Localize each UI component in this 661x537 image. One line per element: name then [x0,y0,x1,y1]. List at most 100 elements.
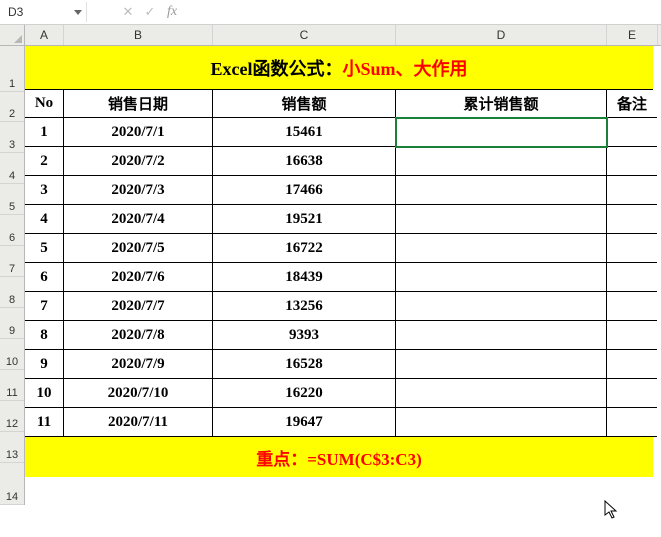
title-cell[interactable]: Excel函数公式：小Sum、大作用 [25,46,653,90]
cell-no[interactable]: 6 [25,263,64,292]
select-all-corner[interactable] [0,25,25,45]
name-box[interactable]: D3 [0,2,87,22]
cell-note[interactable] [607,205,657,234]
row-header-4[interactable]: 4 [0,153,24,184]
cell-date[interactable]: 2020/7/9 [64,350,213,379]
cell-date[interactable]: 2020/7/4 [64,205,213,234]
col-header-A[interactable]: A [25,25,64,45]
cell-amount[interactable]: 19521 [213,205,396,234]
cell-cum[interactable] [396,350,607,379]
cell-date[interactable]: 2020/7/10 [64,379,213,408]
cell-cum[interactable] [396,118,607,147]
header-date[interactable]: 销售日期 [64,90,213,118]
cell-note[interactable] [607,350,657,379]
table-row: 12020/7/115461 [25,118,661,147]
cell-date[interactable]: 2020/7/2 [64,147,213,176]
cell-amount[interactable]: 13256 [213,292,396,321]
row-headers: 1234567891011121314 [0,46,25,505]
fx-icon[interactable]: fx [161,2,183,22]
cell-no[interactable]: 3 [25,176,64,205]
row-header-8[interactable]: 8 [0,277,24,308]
cell-note[interactable] [607,234,657,263]
cell-cum[interactable] [396,205,607,234]
cell-cum[interactable] [396,292,607,321]
header-note[interactable]: 备注 [607,90,657,118]
cell-amount[interactable]: 17466 [213,176,396,205]
cell-no[interactable]: 7 [25,292,64,321]
cell-amount[interactable]: 16638 [213,147,396,176]
cell-note[interactable] [607,321,657,350]
table-row: 22020/7/216638 [25,147,661,176]
cell-cum[interactable] [396,234,607,263]
row-header-14[interactable]: 14 [0,463,24,505]
cell-date[interactable]: 2020/7/3 [64,176,213,205]
cell-no[interactable]: 11 [25,408,64,437]
cell-amount[interactable]: 15461 [213,118,396,147]
footer-text: 重点：=SUM(C$3:C3) [256,445,422,470]
cancel-icon: ✕ [117,2,139,22]
row-header-5[interactable]: 5 [0,184,24,215]
table-row: 72020/7/713256 [25,292,661,321]
cell-amount[interactable]: 9393 [213,321,396,350]
cell-no[interactable]: 9 [25,350,64,379]
cell-cum[interactable] [396,263,607,292]
cell-no[interactable]: 5 [25,234,64,263]
cell-note[interactable] [607,147,657,176]
cell-amount[interactable]: 18439 [213,263,396,292]
formula-bar: D3 ✕ ✓ fx [0,0,661,25]
row-header-6[interactable]: 6 [0,215,24,246]
header-amount[interactable]: 销售额 [213,90,396,118]
cell-date[interactable]: 2020/7/11 [64,408,213,437]
footer-cell[interactable]: 重点：=SUM(C$3:C3) [25,437,653,477]
cell-no[interactable]: 1 [25,118,64,147]
header-cum[interactable]: 累计销售额 [396,90,607,118]
cell-note[interactable] [607,176,657,205]
table-row: 102020/7/1016220 [25,379,661,408]
cell-no[interactable]: 2 [25,147,64,176]
table-row: 82020/7/89393 [25,321,661,350]
cell-note[interactable] [607,118,657,147]
col-header-B[interactable]: B [64,25,213,45]
row-header-9[interactable]: 9 [0,308,24,339]
row-header-11[interactable]: 11 [0,370,24,401]
formula-input[interactable] [183,2,661,22]
cell-date[interactable]: 2020/7/5 [64,234,213,263]
cell-note[interactable] [607,292,657,321]
cell-note[interactable] [607,408,657,437]
cell-cum[interactable] [396,321,607,350]
table-row: 92020/7/916528 [25,350,661,379]
cell-no[interactable]: 10 [25,379,64,408]
cell-date[interactable]: 2020/7/7 [64,292,213,321]
table-row: 62020/7/618439 [25,263,661,292]
header-no[interactable]: No [25,90,64,118]
cell-amount[interactable]: 16722 [213,234,396,263]
row-header-3[interactable]: 3 [0,122,24,153]
cell-no[interactable]: 8 [25,321,64,350]
row-header-13[interactable]: 13 [0,432,24,463]
row-header-1[interactable]: 1 [0,46,24,92]
cell-amount[interactable]: 16528 [213,350,396,379]
col-header-C[interactable]: C [213,25,396,45]
row-header-7[interactable]: 7 [0,246,24,277]
cell-cum[interactable] [396,176,607,205]
chevron-down-icon[interactable] [74,10,82,15]
cell-note[interactable] [607,379,657,408]
cell-date[interactable]: 2020/7/8 [64,321,213,350]
grid[interactable]: Excel函数公式：小Sum、大作用No销售日期销售额累计销售额备注12020/… [25,46,661,505]
cell-amount[interactable]: 19647 [213,408,396,437]
cell-cum[interactable] [396,408,607,437]
cell-no[interactable]: 4 [25,205,64,234]
cell-date[interactable]: 2020/7/6 [64,263,213,292]
col-header-E[interactable]: E [607,25,658,45]
cell-cum[interactable] [396,379,607,408]
cell-note[interactable] [607,263,657,292]
cell-amount[interactable]: 16220 [213,379,396,408]
row-header-10[interactable]: 10 [0,339,24,370]
cell-date[interactable]: 2020/7/1 [64,118,213,147]
cell-cum[interactable] [396,147,607,176]
row-header-12[interactable]: 12 [0,401,24,432]
name-box-value: D3 [8,5,23,19]
col-header-D[interactable]: D [396,25,607,45]
row-header-2[interactable]: 2 [0,92,24,122]
page-title: Excel函数公式：小Sum、大作用 [210,55,467,81]
